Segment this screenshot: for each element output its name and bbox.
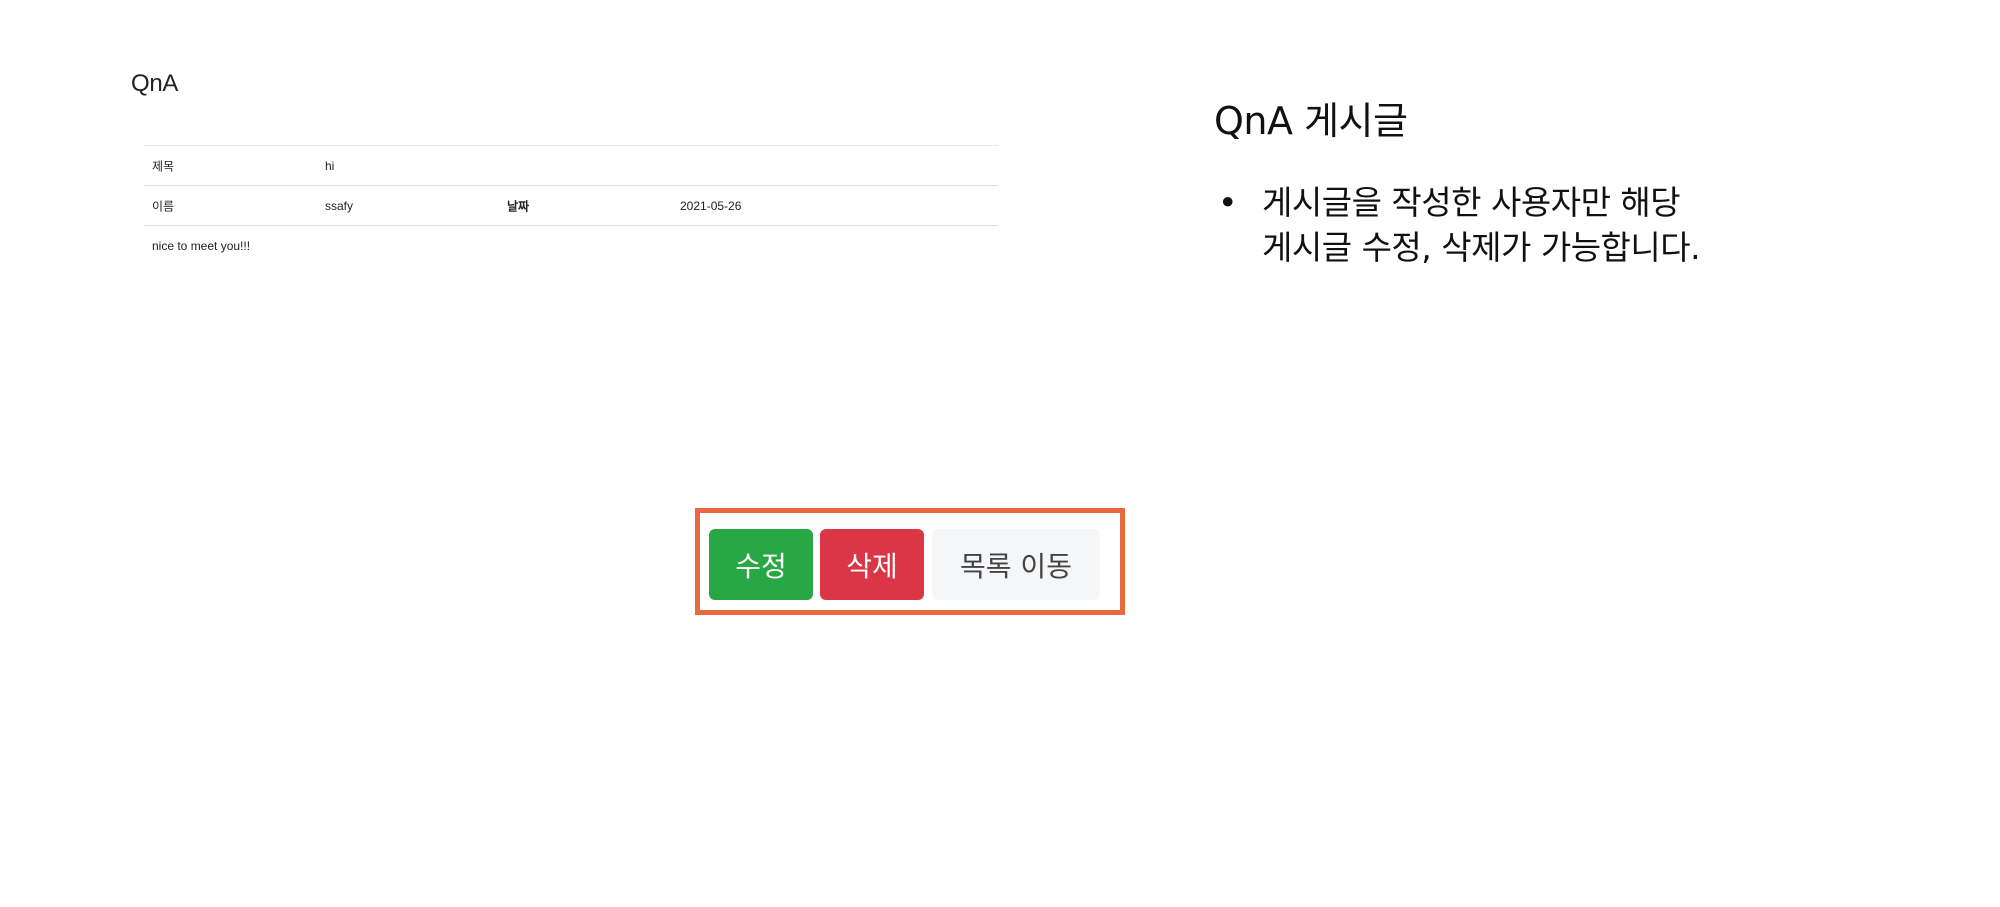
date-label: 날짜 — [507, 199, 530, 213]
table-row-subject: 제목 hi — [144, 146, 998, 186]
subject-value: hi — [325, 158, 335, 173]
subject-label: 제목 — [152, 159, 175, 173]
bullet-dot: • — [1218, 183, 1237, 222]
delete-button[interactable]: 삭제 — [820, 529, 924, 600]
name-label: 이름 — [152, 199, 175, 213]
description-list: • 게시글을 작성한 사용자만 해당 게시글 수정, 삭제가 가능합니다. — [1214, 180, 1854, 270]
article-content: nice to meet you!!! — [152, 239, 251, 253]
description-bullet-item: • 게시글을 작성한 사용자만 해당 게시글 수정, 삭제가 가능합니다. — [1214, 180, 1854, 270]
name-value: ssafy — [325, 198, 354, 213]
date-value: 2021-05-26 — [680, 198, 742, 213]
description-line-1: 게시글을 작성한 사용자만 해당 — [1262, 183, 1681, 222]
edit-button[interactable]: 수정 — [709, 529, 813, 600]
list-button[interactable]: 목록 이동 — [932, 529, 1100, 600]
article-detail-table: 제목 hi 이름 ssafy 날짜 2021-05-26 — [144, 145, 998, 226]
description-line-2: 게시글 수정, 삭제가 가능합니다. — [1262, 228, 1701, 267]
description-title: QnA 게시글 — [1214, 99, 1408, 143]
page-title: QnA — [131, 70, 179, 97]
table-row-author: 이름 ssafy 날짜 2021-05-26 — [144, 186, 998, 226]
